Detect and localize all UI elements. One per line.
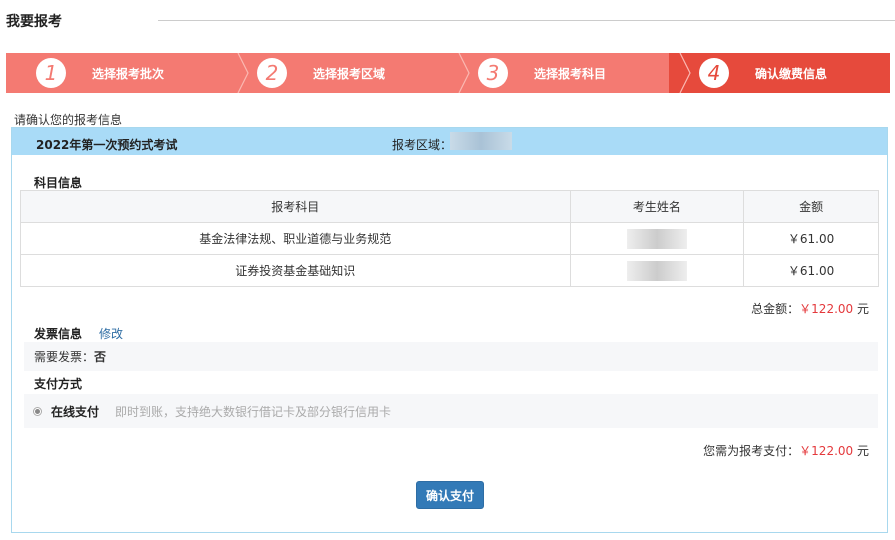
invoice-edit-link[interactable]: 修改 bbox=[99, 325, 123, 342]
need-invoice-value: 否 bbox=[94, 350, 107, 364]
need-pay-label: 您需为报考支付： bbox=[703, 444, 800, 458]
confirm-pay-button[interactable]: 确认支付 bbox=[416, 481, 484, 509]
step-4: 4 确认缴费信息 bbox=[669, 53, 890, 93]
table-row: 证券投资基金基础知识 ￥61.00 bbox=[20, 254, 879, 287]
confirm-panel: 2022年第一次预约式考试 报考区域： 科目信息 报考科目 考生姓名 金额 基金… bbox=[11, 127, 888, 533]
need-pay-amount: 您需为报考支付：￥122.00 元 bbox=[703, 442, 869, 459]
confirm-hint: 请确认您的报考信息 bbox=[14, 113, 123, 127]
name-redacted bbox=[626, 260, 687, 281]
step-progress: 1 选择报考批次 2 选择报考区域 3 选择报考科目 4 确认缴费信息 bbox=[6, 53, 890, 93]
step-2: 2 选择报考区域 bbox=[227, 53, 470, 93]
payment-method-desc: 即时到账，支持绝大数银行借记卡及部分银行信用卡 bbox=[115, 404, 392, 419]
step-2-label: 选择报考区域 bbox=[313, 66, 386, 81]
subject-cell: 基金法律法规、职业道德与业务规范 bbox=[20, 222, 571, 255]
title-divider bbox=[158, 20, 895, 21]
step-1-label: 选择报考批次 bbox=[92, 66, 165, 81]
column-amount: 金额 bbox=[743, 190, 879, 223]
amount-cell: ￥61.00 bbox=[743, 254, 879, 287]
payment-method-name: 在线支付 bbox=[51, 404, 100, 419]
step-4-label: 确认缴费信息 bbox=[755, 66, 828, 81]
amount-cell: ￥61.00 bbox=[743, 222, 879, 255]
total-value: ￥122.00 bbox=[799, 302, 854, 316]
total-unit: 元 bbox=[853, 302, 869, 316]
subject-info-title: 科目信息 bbox=[34, 176, 83, 190]
candidate-name-cell bbox=[569, 222, 745, 255]
page-title: 我要报考 bbox=[6, 14, 62, 30]
total-amount: 总金额：￥122.00 元 bbox=[751, 300, 869, 317]
payment-option[interactable]: 在线支付 即时到账，支持绝大数银行借记卡及部分银行信用卡 bbox=[24, 394, 878, 428]
subject-table: 报考科目 考生姓名 金额 基金法律法规、职业道德与业务规范 ￥61.00 证券投… bbox=[20, 190, 879, 287]
invoice-info-title: 发票信息 bbox=[34, 327, 83, 341]
step-4-number: 4 bbox=[699, 58, 729, 88]
need-pay-value: ￥122.00 bbox=[799, 444, 854, 458]
step-3-label: 选择报考科目 bbox=[534, 66, 607, 81]
step-2-number: 2 bbox=[257, 58, 287, 88]
step-3-number: 3 bbox=[478, 58, 508, 88]
table-header-row: 报考科目 考生姓名 金额 bbox=[20, 190, 879, 223]
region-value-redacted bbox=[450, 132, 512, 150]
exam-header: 2022年第一次预约式考试 报考区域： bbox=[12, 128, 887, 155]
name-redacted bbox=[626, 228, 687, 249]
exam-name: 2022年第一次预约式考试 bbox=[36, 138, 178, 152]
payment-method-title: 支付方式 bbox=[34, 377, 83, 391]
candidate-name-cell bbox=[569, 254, 745, 287]
column-candidate-name: 考生姓名 bbox=[569, 190, 745, 223]
step-1-number: 1 bbox=[36, 58, 66, 88]
subject-cell: 证券投资基金基础知识 bbox=[20, 254, 571, 287]
region-label: 报考区域： bbox=[392, 138, 453, 152]
column-subject: 报考科目 bbox=[20, 190, 571, 223]
step-3: 3 选择报考科目 bbox=[448, 53, 691, 93]
online-pay-radio[interactable] bbox=[33, 406, 42, 416]
invoice-box: 需要发票：否 bbox=[24, 342, 878, 371]
need-invoice-label: 需要发票： bbox=[34, 350, 95, 364]
total-label: 总金额： bbox=[751, 302, 800, 316]
table-row: 基金法律法规、职业道德与业务规范 ￥61.00 bbox=[20, 222, 879, 255]
need-pay-unit: 元 bbox=[853, 444, 869, 458]
step-1: 1 选择报考批次 bbox=[6, 53, 249, 93]
